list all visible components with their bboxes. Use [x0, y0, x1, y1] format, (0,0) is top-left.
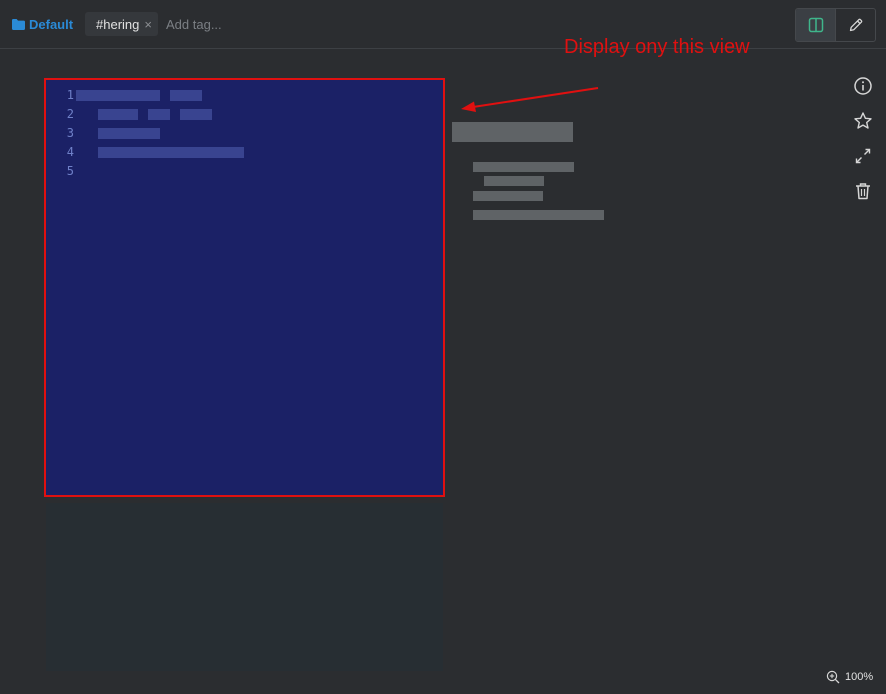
trash-icon — [856, 183, 870, 200]
redacted-text — [98, 109, 138, 120]
line-number: 2 — [66, 107, 74, 121]
pencil-icon — [849, 18, 862, 32]
add-tag-input[interactable] — [166, 15, 306, 33]
zoom-level: 100% — [845, 671, 874, 683]
redacted-text — [170, 90, 202, 101]
tag-remove-icon[interactable]: × — [144, 18, 152, 31]
folder-link[interactable]: Default — [12, 16, 73, 32]
edit-mode-button[interactable] — [836, 9, 875, 41]
favorite-button[interactable] — [851, 109, 875, 133]
editor-lower-pane — [46, 503, 443, 671]
split-view-button[interactable] — [796, 9, 836, 41]
note-actions — [851, 74, 875, 214]
redacted-text — [473, 210, 604, 220]
redacted-heading — [452, 122, 573, 142]
redacted-text — [180, 109, 212, 120]
info-button[interactable] — [851, 74, 875, 98]
line-number: 4 — [66, 145, 74, 159]
info-icon — [854, 77, 872, 95]
delete-button[interactable] — [851, 179, 875, 203]
annotation-label: Display ony this view — [564, 36, 750, 58]
editor-line[interactable]: 3 — [60, 124, 440, 143]
editor-line[interactable]: 4 — [60, 143, 440, 162]
editor-line[interactable]: 1 — [60, 86, 440, 105]
redacted-text — [76, 90, 160, 101]
view-mode-toggle — [795, 8, 876, 42]
top-toolbar: Default #hering × — [0, 0, 886, 49]
line-number: 3 — [66, 126, 74, 140]
tag-label: #hering — [96, 16, 140, 32]
redacted-text — [473, 191, 543, 201]
markdown-editor[interactable]: 1 2 3 4 5 — [44, 78, 445, 497]
split-view-icon — [808, 17, 823, 33]
expand-icon — [855, 148, 871, 164]
line-number: 5 — [66, 164, 74, 178]
line-number: 1 — [66, 88, 74, 102]
editor-line[interactable]: 5 — [60, 162, 440, 181]
redacted-text — [148, 109, 170, 120]
zoom-indicator[interactable]: 100% — [826, 669, 873, 685]
zoom-in-icon — [826, 670, 840, 684]
editor-lines: 1 2 3 4 5 — [60, 86, 440, 181]
redacted-text — [98, 147, 244, 158]
fullscreen-button[interactable] — [851, 144, 875, 168]
folder-label: Default — [29, 16, 74, 32]
annotation-arrow-icon — [461, 87, 599, 112]
star-icon — [854, 112, 872, 129]
redacted-text — [98, 128, 160, 139]
folder-icon — [12, 18, 25, 30]
tag-chip[interactable]: #hering × — [85, 12, 158, 36]
editor-line[interactable]: 2 — [60, 105, 440, 124]
redacted-text — [484, 176, 544, 186]
redacted-text — [473, 162, 574, 172]
